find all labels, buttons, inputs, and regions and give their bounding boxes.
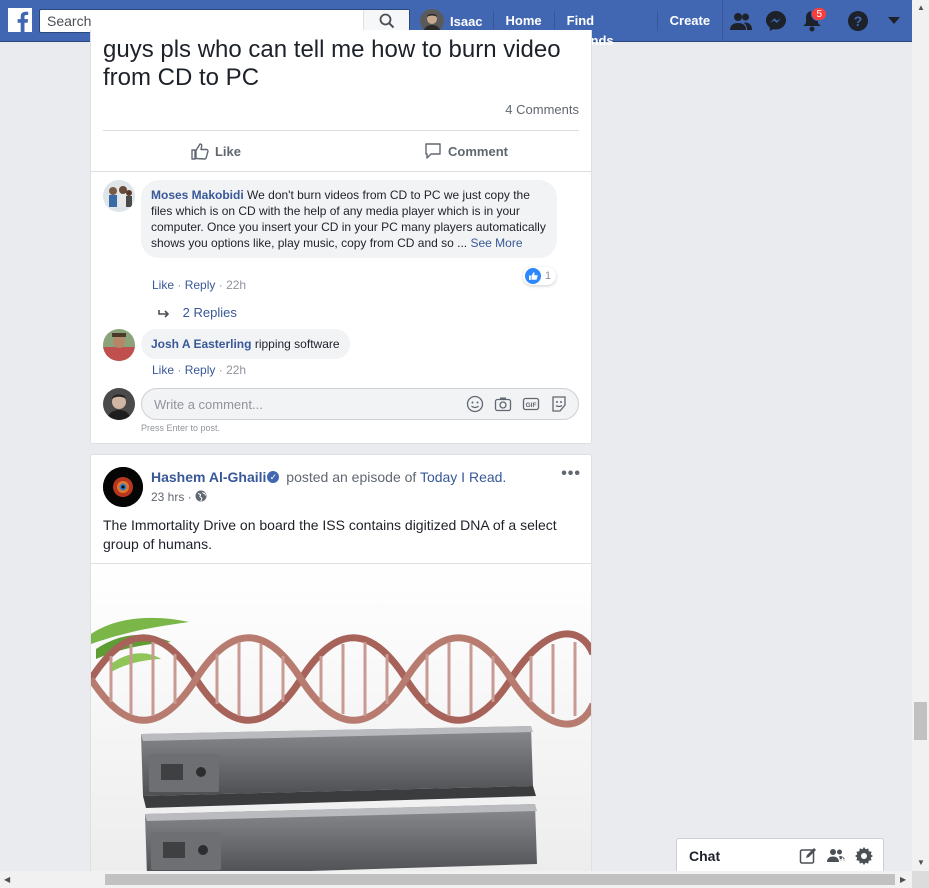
post-card: guys pls who can tell me how to burn vid… [90, 30, 592, 444]
reply-arrow-icon [158, 309, 170, 318]
search-button[interactable] [363, 10, 409, 32]
comments-section: Moses Makobidi We don't burn videos from… [91, 171, 591, 433]
comment-like-link[interactable]: Like [152, 278, 174, 292]
comments-count-link[interactable]: 4 Comments [505, 102, 579, 117]
friend-requests-button[interactable] [722, 0, 758, 42]
avatar[interactable] [103, 329, 135, 361]
gif-icon[interactable]: GIF [522, 395, 540, 413]
globe-icon[interactable] [195, 490, 207, 502]
facebook-logo-icon[interactable] [8, 8, 32, 32]
post-video-thumbnail[interactable] [91, 563, 591, 883]
post-author-link[interactable]: Hashem Al-Ghaili [151, 469, 266, 485]
comment-meta: Like · Reply · 22h [152, 363, 247, 377]
post-text: The Immortality Drive on board the ISS c… [103, 517, 557, 552]
help-icon: ? [848, 11, 869, 31]
comment-bubble: Moses Makobidi We don't burn videos from… [141, 180, 557, 258]
home-link[interactable]: Home [492, 11, 554, 31]
post-card: Hashem Al-Ghaili ✓ posted an episode of T… [90, 454, 592, 884]
profile-name: Isaac [450, 13, 483, 29]
post-text: guys pls who can tell me how to burn vid… [103, 36, 561, 91]
group-chat-icon[interactable] [827, 847, 845, 865]
view-replies-link[interactable]: 2 Replies [157, 305, 237, 320]
reaction-count-value: 1 [545, 270, 552, 282]
horizontal-scrollbar-thumb[interactable] [105, 874, 895, 885]
chat-label: Chat [689, 848, 721, 864]
caret-down-icon [888, 17, 901, 24]
avatar[interactable] [103, 180, 135, 212]
gear-icon[interactable] [855, 847, 873, 865]
dna-drive-image [91, 564, 591, 883]
camera-icon[interactable] [494, 395, 512, 413]
vertical-scrollbar[interactable]: ▲ ▼ [912, 0, 929, 871]
comment-author-link[interactable]: Moses Makobidi [151, 188, 244, 202]
notification-badge: 5 [811, 7, 828, 21]
comment-button[interactable]: Comment [341, 131, 591, 171]
composer-hint: Press Enter to post. [141, 423, 221, 433]
verified-badge-icon: ✓ [267, 471, 280, 484]
search-input[interactable] [40, 10, 360, 32]
like-button[interactable]: Like [91, 131, 341, 171]
help-button[interactable]: ? [840, 0, 876, 42]
page-link[interactable]: Today I Read. [420, 469, 506, 485]
new-message-icon[interactable] [799, 847, 817, 865]
comment-bubble: Josh A Easterling ripping software [141, 329, 350, 359]
comment-text: ripping software [254, 337, 340, 351]
messenger-button[interactable] [758, 0, 794, 42]
scroll-down-icon[interactable]: ▼ [917, 858, 925, 867]
friends-icon [729, 13, 752, 30]
comment-reply-link[interactable]: Reply [185, 363, 216, 377]
avatar[interactable] [103, 467, 143, 507]
comment-input[interactable] [142, 389, 442, 419]
see-more-link[interactable]: See More [470, 236, 522, 250]
scroll-right-icon[interactable]: ▶ [900, 875, 906, 884]
svg-text:GIF: GIF [526, 402, 537, 409]
comment-label: Comment [448, 143, 508, 159]
post-time-link[interactable]: 23 hrs [151, 490, 184, 504]
comment-composer: GIF [141, 388, 579, 420]
chat-bar[interactable]: Chat [676, 838, 884, 871]
like-label: Like [214, 143, 241, 159]
avatar[interactable] [103, 388, 135, 420]
composer-icons: GIF [466, 395, 568, 413]
post-header: Hashem Al-Ghaili ✓ posted an episode of T… [151, 469, 506, 485]
vertical-scrollbar-thumb[interactable] [914, 702, 927, 740]
post-options-button[interactable]: ••• [561, 465, 581, 483]
emoji-icon[interactable] [466, 395, 484, 413]
notifications-button[interactable]: 5 [794, 0, 830, 42]
comment-like-link[interactable]: Like [152, 363, 174, 377]
comment-icon [425, 143, 441, 159]
scroll-up-icon[interactable]: ▲ [917, 3, 925, 12]
comment-author-link[interactable]: Josh A Easterling [151, 337, 251, 351]
scroll-left-icon[interactable]: ◀ [4, 875, 10, 884]
comment-timestamp[interactable]: 22h [226, 278, 246, 292]
like-reaction-icon [525, 268, 541, 284]
replies-label: 2 Replies [182, 305, 237, 320]
sticker-icon[interactable] [550, 395, 568, 413]
scrollbar-corner [912, 871, 929, 888]
comment-reply-link[interactable]: Reply [185, 278, 216, 292]
find-friends-link[interactable]: Find Friends [553, 11, 657, 48]
messenger-icon [766, 11, 787, 31]
comment-meta: Like · Reply · 22h [152, 278, 247, 292]
chat-icons [799, 847, 873, 865]
reaction-count[interactable]: 1 [523, 267, 557, 285]
post-action-text: posted an episode of [286, 469, 417, 485]
post-timestamp: 23 hrs · [151, 490, 207, 504]
horizontal-scrollbar[interactable]: ◀ ▶ [0, 871, 912, 888]
search-icon [379, 13, 394, 29]
post-actions: Like Comment [91, 131, 591, 171]
thumbs-up-icon [191, 143, 209, 160]
svg-text:?: ? [854, 13, 863, 29]
create-link[interactable]: Create [656, 11, 722, 31]
account-menu-button[interactable] [876, 0, 912, 42]
comment-timestamp[interactable]: 22h [226, 363, 246, 377]
